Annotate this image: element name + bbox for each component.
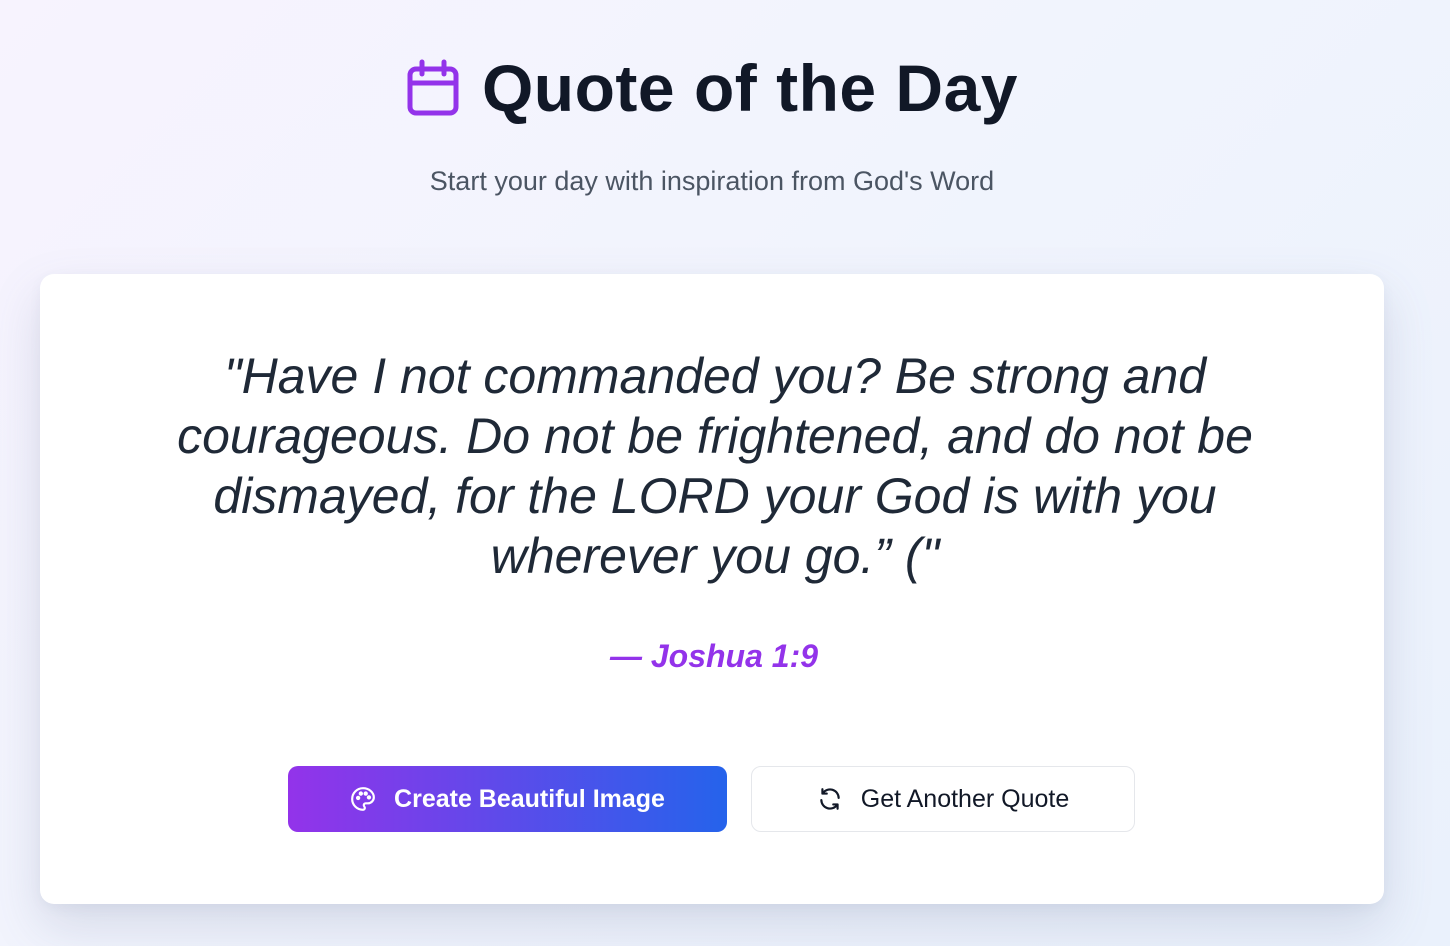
another-quote-button[interactable]: Get Another Quote: [751, 766, 1135, 832]
page-subtitle: Start your day with inspiration from God…: [429, 166, 995, 196]
quote-card: "Have I not commanded you? Be strong and…: [40, 274, 1384, 904]
title-row: Quote of the Day: [0, 48, 1424, 128]
quote-reference: — Joshua 1:9: [609, 638, 819, 674]
quote-text: "Have I not commanded you? Be strong and…: [177, 348, 1253, 584]
create-image-label: Create Beautiful Image: [394, 784, 665, 813]
another-quote-label: Get Another Quote: [860, 784, 1070, 813]
palette-icon: [350, 786, 376, 812]
refresh-icon: [817, 786, 843, 812]
calendar-icon: [406, 59, 460, 117]
page-title: Quote of the Day: [481, 51, 1019, 125]
create-image-button[interactable]: Create Beautiful Image: [288, 766, 727, 832]
